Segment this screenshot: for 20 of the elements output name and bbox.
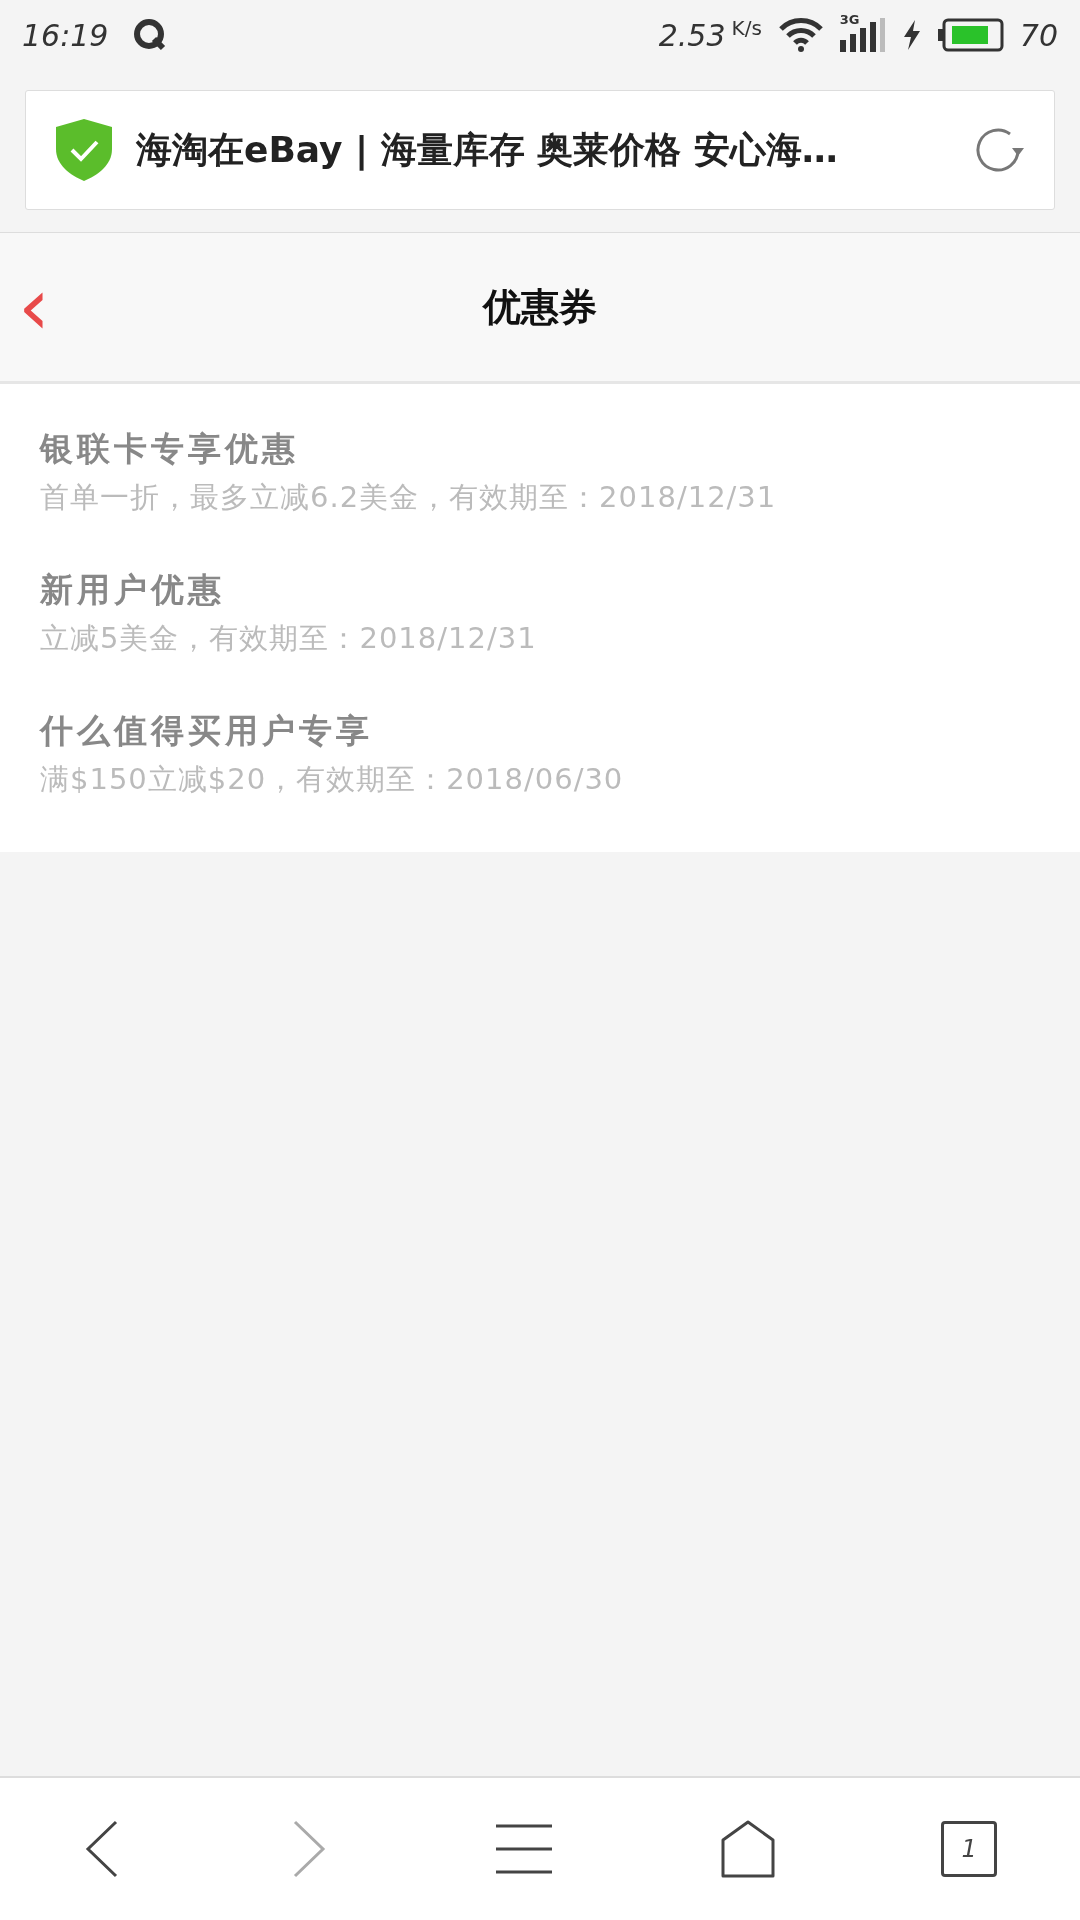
menu-button[interactable] (494, 1823, 554, 1875)
back-button[interactable]: ‹ (10, 267, 58, 347)
charging-icon (901, 20, 922, 50)
network-speed: 2.53 (658, 16, 726, 55)
coupon-title[interactable]: 新用户优惠 (40, 565, 1040, 615)
coupon-detail: 满$150立减$20，有效期至：2018/06/30 (40, 760, 625, 798)
page-heading: 优惠券 (483, 283, 597, 331)
shield-check-icon (56, 119, 112, 181)
coupon-detail: 立减5美金，有效期至：2018/12/31 (40, 619, 538, 657)
clock: 16:19 (22, 16, 109, 55)
wifi-icon (777, 17, 824, 53)
network-type: 3G (839, 11, 860, 29)
battery-icon (937, 18, 1004, 52)
tabs-button[interactable]: 1 (941, 1821, 998, 1877)
coupon-title[interactable]: 什么值得买用户专享 (40, 706, 1040, 756)
battery-percent: 70 (1019, 16, 1058, 55)
speed-unit: K/s (731, 14, 762, 42)
coupon-detail: 首单一折，最多立减6.2美金，有效期至：2018/12/31 (40, 478, 778, 516)
home-button[interactable] (719, 1820, 776, 1878)
coupon-title[interactable]: 银联卡专享优惠 (40, 424, 1040, 474)
